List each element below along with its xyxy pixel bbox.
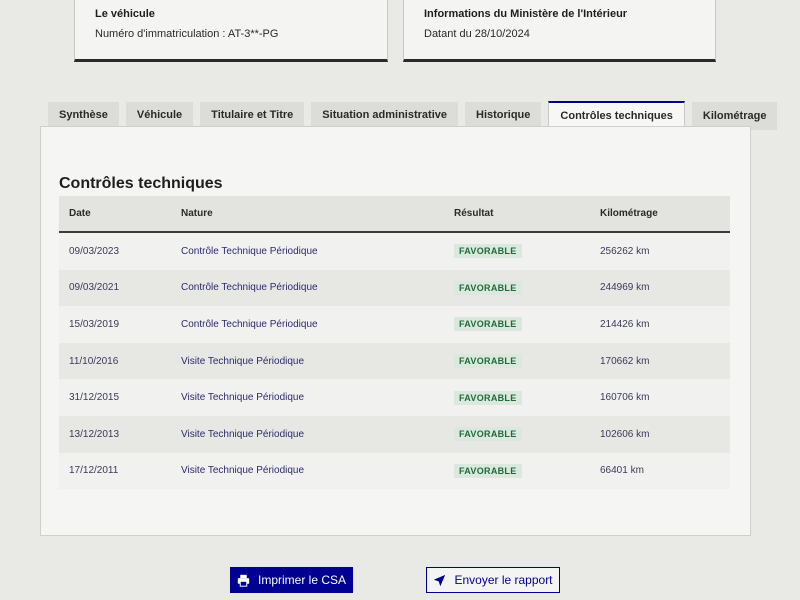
result-badge: FAVORABLE xyxy=(454,244,522,259)
result-badge: FAVORABLE xyxy=(454,390,522,405)
tab-bar: Synthèse Véhicule Titulaire et Titre Sit… xyxy=(48,100,778,130)
ministry-info-card: Informations du Ministère de l'Intérieur… xyxy=(403,0,716,62)
tab-panel: Contrôles techniques Date Nature Résulta… xyxy=(40,126,751,536)
tab-titulaire-titre[interactable]: Titulaire et Titre xyxy=(200,102,305,128)
row-nature: Visite Technique Périodique xyxy=(181,355,305,367)
table-body: 09/03/2023 Contrôle Technique Périodique… xyxy=(59,233,730,490)
result-badge: FAVORABLE xyxy=(454,280,522,295)
row-km: 214426 km xyxy=(600,318,650,330)
vehicle-card-title: Le véhicule xyxy=(95,8,155,20)
vehicle-info-card: Le véhicule Numéro d'immatriculation : A… xyxy=(74,0,388,62)
technical-inspections-table: Date Nature Résultat Kilométrage 09/03/2… xyxy=(59,196,730,490)
table-row: 31/12/2015 Visite Technique Périodique F… xyxy=(59,379,730,416)
tab-controles-techniques[interactable]: Contrôles techniques xyxy=(548,101,685,128)
send-button-label: Envoyer le rapport xyxy=(454,573,553,587)
table-row: 09/03/2021 Contrôle Technique Périodique… xyxy=(59,269,730,307)
header-nature: Nature xyxy=(181,208,213,219)
table-row: 13/12/2013 Visite Technique Périodique F… xyxy=(59,415,730,453)
header-km: Kilométrage xyxy=(600,208,658,219)
print-button-label: Imprimer le CSA xyxy=(257,573,346,587)
row-nature: Visite Technique Périodique xyxy=(181,392,305,404)
row-date: 15/03/2019 xyxy=(69,318,120,330)
tab-situation-administrative[interactable]: Situation administrative xyxy=(311,102,458,128)
section-title: Contrôles techniques xyxy=(59,175,223,192)
row-nature: Contrôle Technique Périodique xyxy=(181,318,318,330)
table-row: 11/10/2016 Visite Technique Périodique F… xyxy=(59,342,730,380)
ministry-card-title: Informations du Ministère de l'Intérieur xyxy=(424,8,628,20)
send-icon xyxy=(434,574,446,586)
row-date: 09/03/2023 xyxy=(69,245,120,257)
page: Le véhicule Numéro d'immatriculation : A… xyxy=(0,0,800,600)
tab-historique[interactable]: Historique xyxy=(465,102,542,128)
row-date: 17/12/2011 xyxy=(69,465,119,477)
send-report-button[interactable]: Envoyer le rapport xyxy=(426,567,560,593)
row-date: 13/12/2013 xyxy=(69,428,120,440)
row-km: 66401 km xyxy=(600,465,644,477)
row-km: 160706 km xyxy=(600,392,650,404)
tab-synthese[interactable]: Synthèse xyxy=(48,102,119,128)
table-row: 15/03/2019 Contrôle Technique Périodique… xyxy=(59,306,730,343)
row-nature: Contrôle Technique Périodique xyxy=(181,282,318,294)
row-nature: Visite Technique Périodique xyxy=(181,465,305,477)
row-date: 31/12/2015 xyxy=(69,392,120,404)
result-badge: FAVORABLE xyxy=(454,354,522,369)
row-km: 102606 km xyxy=(600,428,650,440)
table-row: 09/03/2023 Contrôle Technique Périodique… xyxy=(59,233,730,270)
printer-icon xyxy=(237,574,250,587)
row-km: 244969 km xyxy=(600,282,650,294)
result-badge: FAVORABLE xyxy=(454,463,522,478)
header-date: Date xyxy=(69,208,91,219)
result-badge: FAVORABLE xyxy=(454,317,522,332)
result-badge: FAVORABLE xyxy=(454,427,522,442)
header-result: Résultat xyxy=(454,208,494,219)
tab-vehicule[interactable]: Véhicule xyxy=(125,102,194,128)
row-nature: Visite Technique Périodique xyxy=(181,428,305,440)
table-row: 17/12/2011 Visite Technique Périodique F… xyxy=(59,452,730,490)
ministry-date: Datant du 28/10/2024 xyxy=(424,28,530,40)
row-date: 11/10/2016 xyxy=(69,355,119,367)
row-km: 170662 km xyxy=(600,355,650,367)
row-date: 09/03/2021 xyxy=(69,282,120,294)
row-nature: Contrôle Technique Périodique xyxy=(181,245,318,257)
registration-number: Numéro d'immatriculation : AT-3**-PG xyxy=(95,28,279,40)
row-km: 256262 km xyxy=(600,245,650,257)
table-header: Date Nature Résultat Kilométrage xyxy=(59,196,730,233)
print-csa-button[interactable]: Imprimer le CSA xyxy=(230,567,353,593)
